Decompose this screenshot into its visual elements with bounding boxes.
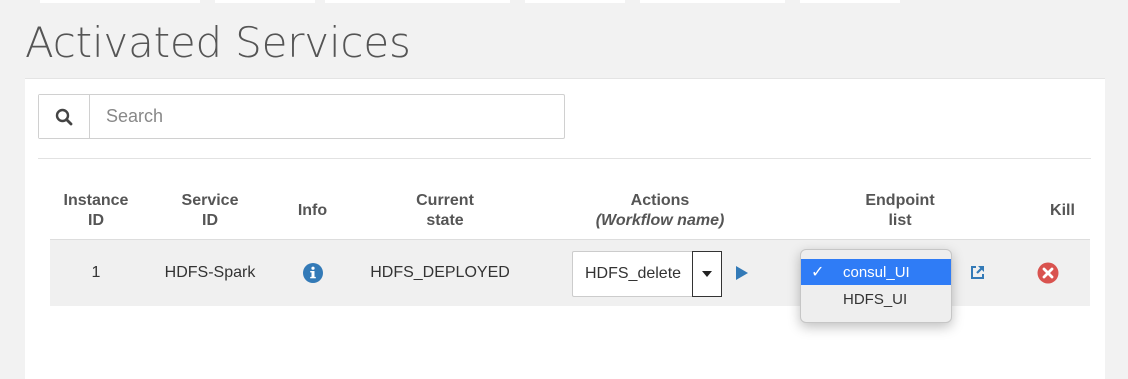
divider bbox=[38, 158, 1091, 159]
run-workflow-button[interactable] bbox=[735, 266, 749, 285]
search-bar bbox=[38, 94, 565, 139]
cell-instance-id: 1 bbox=[91, 264, 101, 281]
external-link-icon[interactable] bbox=[970, 264, 986, 285]
table-header: Instance ID Service ID Info Current state A… bbox=[50, 184, 1090, 244]
header-kill: Kill bbox=[1050, 202, 1075, 219]
header-endpoint-list: Endpoint list bbox=[865, 192, 935, 229]
endpoint-option-label: HDFS_UI bbox=[843, 290, 908, 308]
page-title: Activated Services bbox=[25, 18, 411, 67]
header-service-id: Service ID bbox=[181, 192, 239, 229]
cell-service-id: HDFS-Spark bbox=[164, 264, 256, 281]
workflow-select-value: HDFS_delete bbox=[585, 265, 682, 282]
header-info: Info bbox=[297, 202, 328, 219]
workflow-select[interactable]: HDFS_delete bbox=[572, 251, 722, 297]
top-tab-strip bbox=[0, 0, 1128, 4]
cell-kill bbox=[1025, 240, 1070, 306]
endpoint-option-hdfs-ui[interactable]: HDFS_UI bbox=[801, 286, 951, 312]
cell-current-state: HDFS_DEPLOYED bbox=[370, 264, 510, 281]
info-icon[interactable] bbox=[302, 263, 323, 283]
kill-icon[interactable] bbox=[1037, 262, 1059, 284]
header-current-state: Current state bbox=[416, 192, 474, 229]
endpoint-option-consul-ui[interactable]: ✓ consul_UI bbox=[801, 259, 951, 285]
play-icon bbox=[736, 266, 748, 280]
search-icon bbox=[55, 108, 73, 125]
search-button[interactable] bbox=[39, 95, 90, 138]
endpoint-dropdown-menu[interactable]: ✓ consul_UI HDFS_UI bbox=[800, 249, 952, 323]
header-actions: Actions (Workflow name) bbox=[595, 192, 725, 229]
endpoint-option-label: consul_UI bbox=[843, 263, 910, 281]
cell-info bbox=[290, 240, 335, 306]
services-panel: InstanceID ServiceID Info Currentstate A… bbox=[25, 78, 1105, 379]
chevron-down-icon[interactable] bbox=[692, 251, 722, 297]
search-input[interactable] bbox=[90, 95, 564, 138]
header-instance-id: Instance ID bbox=[63, 192, 129, 229]
checkmark-icon: ✓ bbox=[811, 264, 825, 281]
